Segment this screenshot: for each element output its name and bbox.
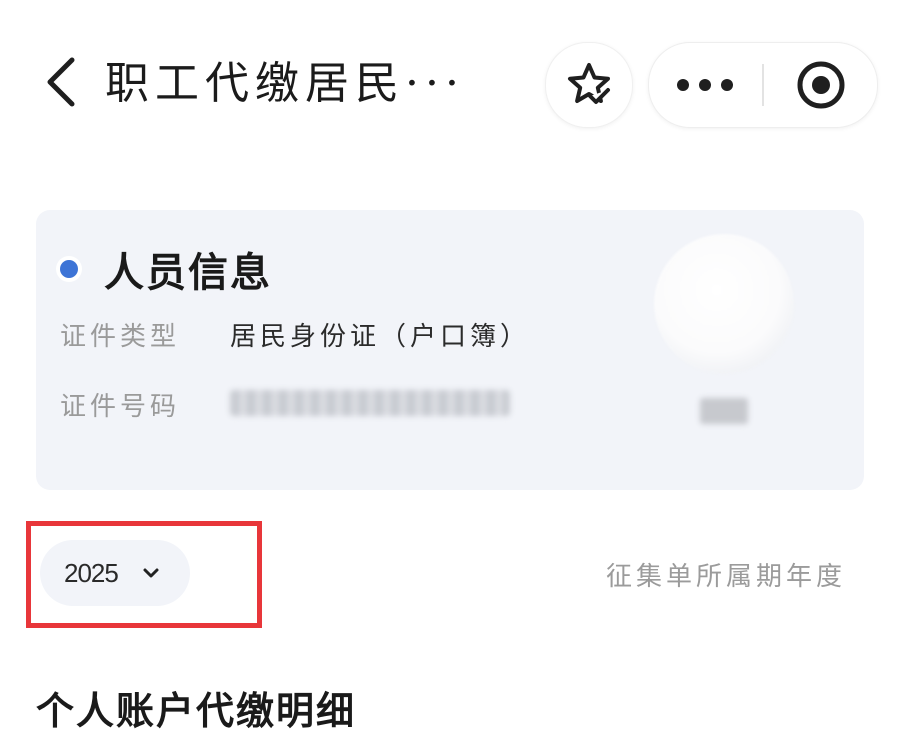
id-number-label: 证件号码 xyxy=(60,392,181,422)
page-title: 职工代缴居民··· xyxy=(105,58,465,109)
period-year-note: 征集单所属期年度 xyxy=(605,562,846,592)
capsule-divider xyxy=(762,64,764,106)
id-type-value: 居民身份证（户口簿） xyxy=(230,322,531,352)
section-title: 个人账户代缴明细 xyxy=(36,689,357,733)
section-dot-icon xyxy=(60,260,78,278)
card-header: 人员信息 xyxy=(60,240,272,298)
chevron-left-icon xyxy=(47,57,75,107)
id-number-value-redacted xyxy=(230,390,510,416)
person-info-card: 人员信息 证件类型 居民身份证（户口簿） 证件号码 xyxy=(36,210,864,490)
close-button[interactable] xyxy=(765,43,877,127)
more-dots-icon xyxy=(677,79,733,91)
back-button[interactable] xyxy=(30,52,90,112)
year-dropdown[interactable]: 2025 xyxy=(40,540,190,606)
year-value: 2025 xyxy=(64,558,119,588)
top-navigation-bar: 职工代缴居民··· xyxy=(0,0,900,165)
target-circle-icon xyxy=(797,61,845,109)
chevron-down-icon xyxy=(143,568,159,578)
card-title: 人员信息 xyxy=(104,250,272,296)
mini-program-capsule xyxy=(648,42,878,128)
star-check-icon xyxy=(568,63,610,104)
avatar xyxy=(654,234,794,374)
person-name-redacted xyxy=(700,398,748,424)
id-type-label: 证件类型 xyxy=(60,322,181,352)
more-button[interactable] xyxy=(649,43,761,127)
favorite-button[interactable] xyxy=(545,42,633,128)
